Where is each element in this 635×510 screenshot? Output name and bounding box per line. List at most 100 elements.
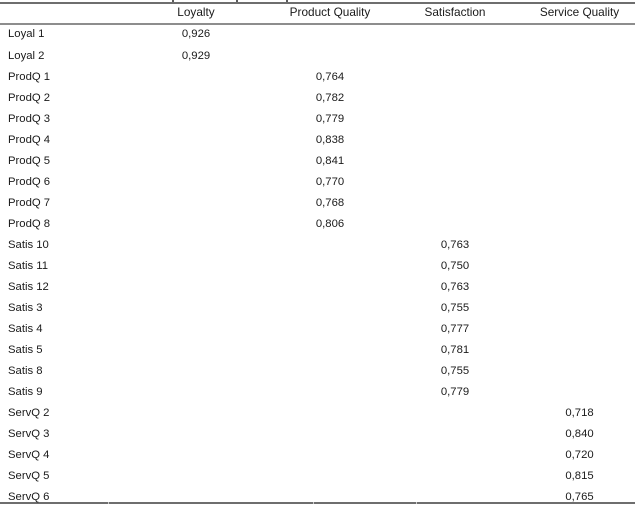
cell-loyalty (150, 66, 270, 87)
column-header-loyalty: Loyalty (177, 4, 215, 19)
cell-service-quality (524, 234, 635, 255)
table-row: Satis 11 0,750 (0, 255, 635, 276)
table-row: Satis 12 0,763 (0, 276, 635, 297)
cell-loyalty (150, 276, 270, 297)
cell-product-quality (270, 486, 398, 507)
cell-service-quality (524, 381, 635, 402)
column-header-service-quality: Service Quality (539, 4, 620, 19)
cell-product-quality (270, 297, 398, 318)
table-row: Satis 10 0,763 (0, 234, 635, 255)
cell-service-quality (524, 66, 635, 87)
cell-loyalty (150, 318, 270, 339)
table-row: ProdQ 2 0,782 (0, 87, 635, 108)
cell-product-quality (270, 234, 398, 255)
cell-product-quality (270, 276, 398, 297)
cell-loyalty (150, 213, 270, 234)
cell-loyalty (150, 87, 270, 108)
row-label: ServQ 4 (8, 448, 50, 461)
cell-satisfaction (398, 66, 524, 87)
cell-product-quality: 0,768 (315, 196, 345, 209)
row-label: ProdQ 8 (8, 217, 51, 230)
cell-product-quality: 0,841 (315, 154, 345, 167)
cell-loyalty (150, 171, 270, 192)
cell-satisfaction (398, 213, 524, 234)
cell-loyalty (150, 465, 270, 486)
cell-satisfaction (398, 423, 524, 444)
row-label: ProdQ 5 (8, 154, 51, 167)
cell-satisfaction (398, 465, 524, 486)
cell-satisfaction: 0,763 (440, 280, 470, 293)
cell-service-quality (524, 150, 635, 171)
cell-product-quality (270, 339, 398, 360)
row-label: Satis 3 (8, 301, 43, 314)
cell-satisfaction (398, 486, 524, 507)
row-label: Satis 8 (8, 364, 43, 377)
row-label: ServQ 2 (8, 406, 50, 419)
cell-product-quality (270, 423, 398, 444)
cell-service-quality (524, 213, 635, 234)
row-label: Satis 12 (8, 280, 49, 293)
loadings-table: Loyalty Product Quality Satisfaction Ser… (0, 0, 635, 507)
cell-satisfaction: 0,755 (440, 364, 470, 377)
cell-product-quality (270, 381, 398, 402)
cell-service-quality (524, 255, 635, 276)
cell-product-quality (270, 444, 398, 465)
cell-loyalty (150, 150, 270, 171)
cell-loyalty: 0,926 (181, 28, 211, 40)
cell-service-quality: 0,840 (565, 427, 594, 440)
factor-loadings-table: Loyalty Product Quality Satisfaction Ser… (0, 0, 635, 510)
cell-satisfaction (398, 402, 524, 423)
table-row: ProdQ 1 0,764 (0, 66, 635, 87)
cell-loyalty (150, 381, 270, 402)
cell-satisfaction (398, 171, 524, 192)
cell-loyalty (150, 339, 270, 360)
cell-product-quality: 0,770 (315, 175, 345, 188)
cell-service-quality (524, 192, 635, 213)
column-header-label (0, 0, 150, 23)
cell-loyalty (150, 108, 270, 129)
table-row: ServQ 3 0,840 (0, 423, 635, 444)
column-header-product-quality: Product Quality (289, 4, 371, 19)
cell-service-quality (524, 339, 635, 360)
cell-satisfaction (398, 45, 524, 66)
row-label: ProdQ 1 (8, 70, 51, 83)
cell-service-quality (524, 23, 635, 45)
table-row: ProdQ 6 0,770 (0, 171, 635, 192)
cell-product-quality (270, 465, 398, 486)
header-row: Loyalty Product Quality Satisfaction Ser… (0, 0, 635, 23)
cell-satisfaction: 0,755 (440, 301, 470, 314)
cell-product-quality (270, 45, 398, 66)
row-label: ProdQ 3 (8, 112, 51, 125)
cell-loyalty (150, 129, 270, 150)
cell-satisfaction (398, 87, 524, 108)
cell-satisfaction (398, 192, 524, 213)
row-label: Loyal 2 (8, 49, 45, 62)
table-row: Satis 5 0,781 (0, 339, 635, 360)
cell-satisfaction (398, 108, 524, 129)
cell-product-quality (270, 360, 398, 381)
cell-product-quality: 0,838 (315, 133, 345, 146)
cell-loyalty (150, 486, 270, 507)
cell-service-quality: 0,720 (565, 448, 594, 461)
cell-service-quality (524, 360, 635, 381)
cell-loyalty (150, 360, 270, 381)
table-row: ServQ 5 0,815 (0, 465, 635, 486)
table-row: ServQ 6 0,765 (0, 486, 635, 507)
row-label: ProdQ 2 (8, 91, 51, 104)
table-row: ProdQ 8 0,806 (0, 213, 635, 234)
row-label: Loyal 1 (8, 28, 45, 40)
table-row: ServQ 4 0,720 (0, 444, 635, 465)
table-row: ServQ 2 0,718 (0, 402, 635, 423)
cell-service-quality (524, 276, 635, 297)
row-label: Satis 5 (8, 343, 43, 356)
cell-satisfaction (398, 23, 524, 45)
table-row: ProdQ 5 0,841 (0, 150, 635, 171)
row-label: ServQ 6 (8, 490, 50, 503)
table-row: Satis 8 0,755 (0, 360, 635, 381)
cell-service-quality (524, 45, 635, 66)
cell-loyalty (150, 423, 270, 444)
row-label: ProdQ 4 (8, 133, 51, 146)
cell-loyalty: 0,929 (181, 49, 211, 62)
cell-service-quality (524, 129, 635, 150)
row-label: ProdQ 6 (8, 175, 51, 188)
